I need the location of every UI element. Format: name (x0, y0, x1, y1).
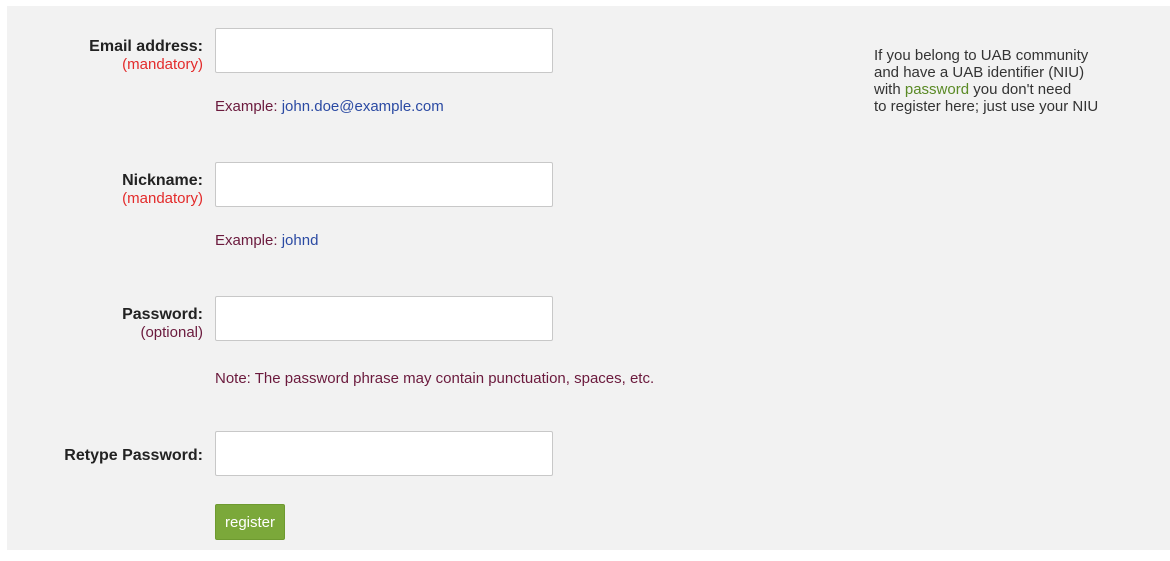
password-field[interactable] (215, 296, 553, 341)
email-mandatory-note: (mandatory) (122, 56, 203, 73)
nickname-field[interactable] (215, 162, 553, 207)
registration-panel: Email address: (mandatory) Example: john… (7, 6, 1170, 550)
register-button[interactable]: register (215, 504, 286, 540)
uab-info-line-3-suffix: you don't need (973, 81, 1072, 98)
password-optional-note: (optional) (140, 324, 203, 341)
email-example-prefix: Example: (215, 98, 278, 115)
nickname-label: Nickname: (122, 172, 203, 189)
password-note-text: Note: The password phrase may contain pu… (215, 370, 655, 387)
uab-info-line-2: and have a UAB identifier (NIU) (874, 64, 1085, 81)
password-label: Password: (122, 306, 203, 323)
password-note: Note: The password phrase may contain pu… (215, 370, 654, 387)
uab-info-text: If you belong to UAB community and have … (874, 47, 1098, 115)
email-example: Example: john.doe@example.com (215, 98, 444, 115)
email-field[interactable] (215, 28, 553, 73)
password-label-group: Password: (optional) (122, 306, 203, 342)
email-label: Email address: (89, 38, 203, 55)
nickname-example-value: johnd (281, 232, 319, 249)
retype-password-field[interactable] (215, 431, 553, 476)
email-example-value: john.doe@example.com (281, 98, 444, 115)
uab-info-line-3-prefix: with (874, 81, 901, 98)
uab-info-line-3: with password you don't need (874, 81, 1098, 98)
retype-password-label-group: Retype Password: (64, 447, 203, 465)
nickname-mandatory-note: (mandatory) (122, 190, 203, 207)
uab-info-line-4: to register here; just use your NIU (874, 98, 1099, 115)
nickname-example-prefix: Example: (215, 232, 278, 249)
password-link[interactable]: password (905, 81, 969, 98)
nickname-example: Example: johnd (215, 232, 318, 249)
retype-password-label: Retype Password: (64, 447, 203, 464)
uab-info-line-1: If you belong to UAB community (874, 47, 1089, 64)
email-label-group: Email address: (mandatory) (89, 38, 203, 74)
nickname-label-group: Nickname: (mandatory) (122, 172, 203, 208)
